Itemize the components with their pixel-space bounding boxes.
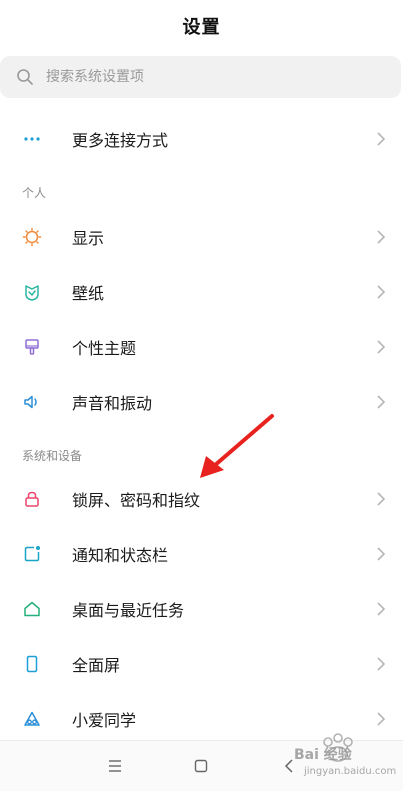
notification-icon — [22, 544, 42, 564]
settings-item-label: 通知和状态栏 — [72, 546, 169, 565]
settings-item-label: 小爱同学 — [72, 711, 137, 730]
more-dots-icon — [22, 129, 42, 149]
watermark-bottom-text: jingyan.baidu.com — [304, 766, 397, 777]
search-bar[interactable] — [0, 56, 401, 98]
settings-item-wallpaper[interactable]: 壁纸 — [0, 265, 403, 319]
settings-item-display[interactable]: 显示 — [0, 210, 403, 264]
xiaoai-icon — [22, 709, 42, 729]
settings-item-desktop[interactable]: 桌面与最近任务 — [0, 582, 403, 636]
settings-item-label: 更多连接方式 — [72, 131, 169, 150]
watermark-top-text: Bai 经验 — [294, 747, 352, 763]
lock-icon — [22, 489, 42, 509]
wallpaper-icon — [22, 282, 42, 302]
section-header-personal: 个人 — [22, 186, 47, 200]
search-icon — [16, 68, 34, 86]
settings-item-label: 显示 — [72, 229, 105, 248]
search-input[interactable] — [46, 69, 346, 85]
settings-item-label: 壁纸 — [72, 284, 105, 303]
chevron-right-icon — [375, 284, 387, 300]
fullscreen-phone-icon — [22, 654, 42, 674]
speaker-icon — [22, 392, 42, 412]
section-header-system-device: 系统和设备 — [22, 449, 83, 463]
settings-item-label: 个性主题 — [72, 339, 137, 358]
chevron-right-icon — [375, 491, 387, 507]
settings-item-label: 桌面与最近任务 — [72, 601, 185, 620]
chevron-right-icon — [375, 339, 387, 355]
settings-item-theme[interactable]: 个性主题 — [0, 320, 403, 374]
settings-item-fullscreen[interactable]: 全面屏 — [0, 637, 403, 691]
chevron-right-icon — [375, 656, 387, 672]
watermark: Bai 经验 jingyan.baidu.com — [290, 730, 400, 786]
chevron-right-icon — [375, 546, 387, 562]
home-square-icon[interactable] — [190, 755, 212, 777]
header: 设置 — [0, 0, 403, 52]
home-icon — [22, 599, 42, 619]
page-title: 设置 — [182, 17, 221, 38]
chevron-right-icon — [375, 131, 387, 147]
chevron-right-icon — [375, 229, 387, 245]
chevron-right-icon — [375, 394, 387, 410]
settings-item-label: 锁屏、密码和指纹 — [72, 491, 201, 510]
theme-brush-icon — [22, 337, 42, 357]
settings-item-lockscreen[interactable]: 锁屏、密码和指纹 — [0, 472, 403, 526]
settings-item-more-connections[interactable]: 更多连接方式 — [0, 112, 403, 166]
sun-icon — [22, 227, 42, 247]
chevron-right-icon — [375, 711, 387, 727]
chevron-right-icon — [375, 601, 387, 617]
settings-item-label: 声音和振动 — [72, 394, 153, 413]
settings-item-sound[interactable]: 声音和振动 — [0, 375, 403, 429]
settings-item-notifications[interactable]: 通知和状态栏 — [0, 527, 403, 581]
menu-icon[interactable] — [104, 755, 126, 777]
settings-item-label: 全面屏 — [72, 656, 121, 675]
